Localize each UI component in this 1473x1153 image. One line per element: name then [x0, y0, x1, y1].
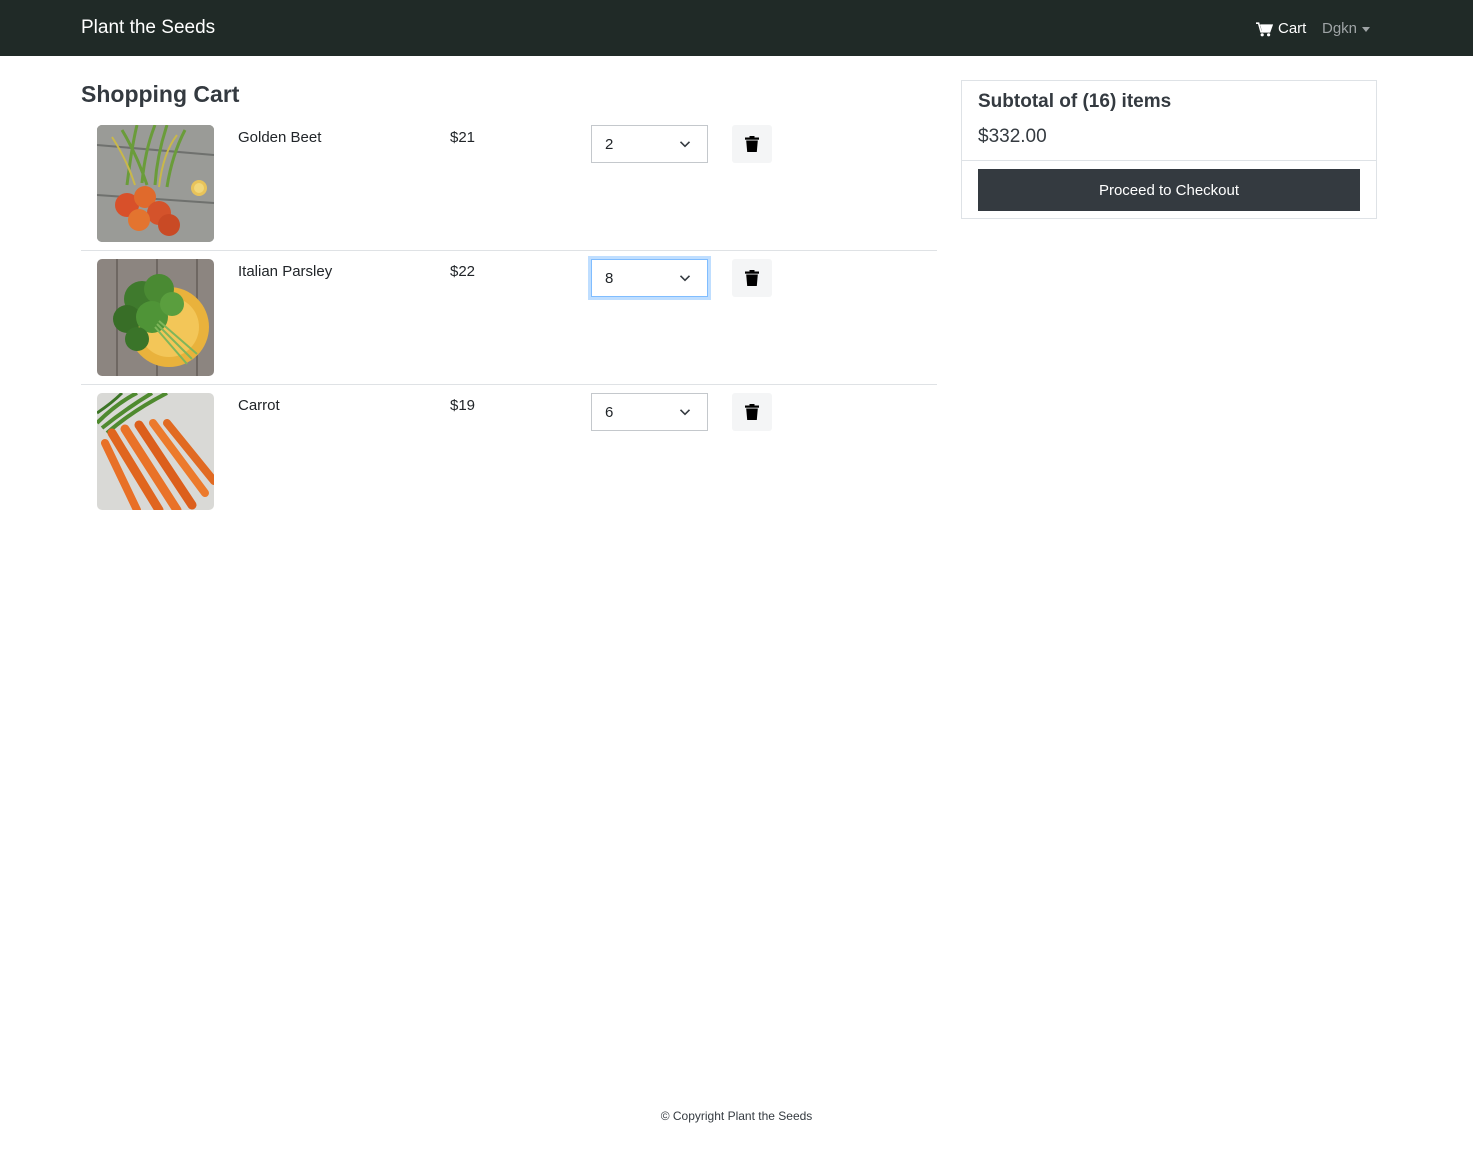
item-name[interactable]: Golden Beet [238, 128, 321, 148]
chevron-down-icon [679, 141, 691, 148]
item-name[interactable]: Carrot [238, 396, 280, 416]
trash-icon [745, 270, 759, 286]
chevron-down-icon [679, 275, 691, 282]
italian-parsley-photo[interactable] [97, 259, 214, 376]
caret-down-icon [1362, 27, 1371, 32]
top-navbar: Plant the Seeds Cart Dgkn [0, 0, 1473, 56]
trash-icon [745, 404, 759, 420]
footer-copyright: © Copyright Plant the Seeds [660, 1109, 813, 1123]
cart-items-list: Golden Beet $21 2 Italian Parsley $22 8 … [81, 117, 937, 519]
item-name[interactable]: Italian Parsley [238, 262, 332, 282]
golden-beets-photo[interactable] [97, 125, 214, 242]
item-price: $21 [450, 129, 476, 146]
cart-item-row: Golden Beet $21 2 [81, 117, 937, 251]
quantity-value: 6 [605, 403, 614, 421]
chevron-down-icon [679, 409, 691, 416]
cart-item-row: Italian Parsley $22 8 [81, 251, 937, 385]
cart-nav-label: Cart [1278, 20, 1307, 37]
cart-nav-link[interactable]: Cart [1256, 18, 1306, 40]
item-price: $22 [450, 263, 476, 280]
order-summary-card: Subtotal of (16) items $332.00 Proceed t… [961, 80, 1377, 219]
shopping-cart-icon [1256, 21, 1273, 36]
cart-item-row: Carrot $19 6 [81, 385, 937, 519]
subtotal-amount: $332.00 [978, 126, 1047, 147]
delete-item-button[interactable] [732, 259, 772, 297]
delete-item-button[interactable] [732, 125, 772, 163]
summary-divider [962, 160, 1376, 161]
carrots-photo[interactable] [97, 393, 214, 510]
trash-icon [745, 136, 759, 152]
proceed-to-checkout-button[interactable]: Proceed to Checkout [978, 169, 1360, 211]
item-price: $19 [450, 397, 476, 414]
quantity-value: 2 [605, 135, 614, 153]
quantity-select[interactable]: 6 [591, 393, 708, 431]
quantity-select[interactable]: 8 [591, 259, 708, 297]
user-name: Dgkn [1322, 20, 1358, 37]
quantity-value: 8 [605, 269, 614, 287]
brand-link[interactable]: Plant the Seeds [81, 16, 215, 40]
quantity-select[interactable]: 2 [591, 125, 708, 163]
subtotal-heading: Subtotal of (16) items [978, 91, 1172, 112]
page-title: Shopping Cart [81, 81, 240, 107]
user-dropdown[interactable]: Dgkn [1322, 18, 1371, 40]
delete-item-button[interactable] [732, 393, 772, 431]
